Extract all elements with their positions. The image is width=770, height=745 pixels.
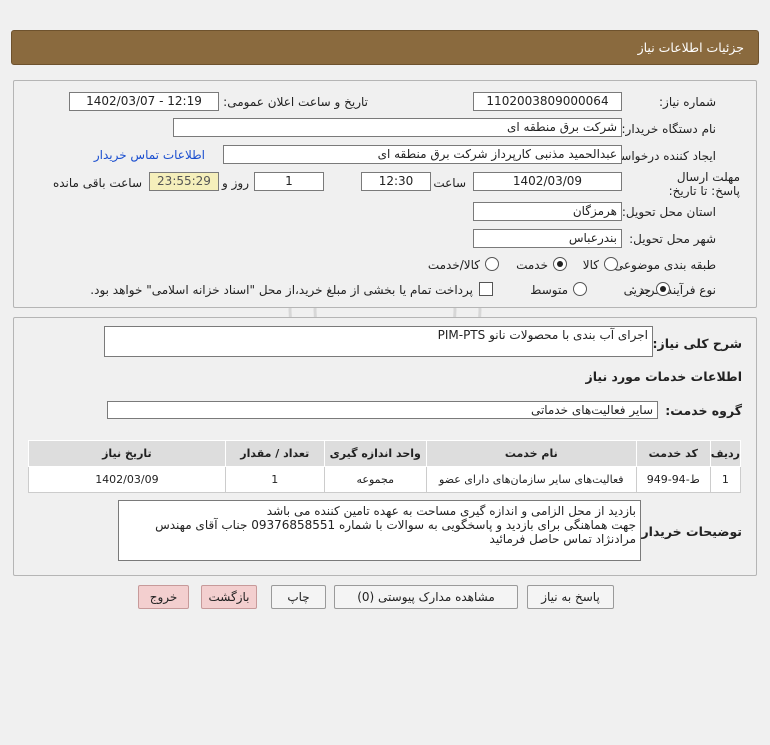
exit-button[interactable]: خروج bbox=[138, 585, 189, 609]
days-label: روز و bbox=[222, 176, 249, 190]
deadline-time-label: ساعت bbox=[433, 176, 466, 190]
buyer-notes-box[interactable]: بازدید از محل الزامی و اندازه گیری مساحت… bbox=[118, 500, 641, 561]
category-radio-goods-service[interactable] bbox=[485, 257, 499, 271]
province-label: استان محل تحویل: bbox=[621, 205, 716, 219]
col-service-code: کد خدمت bbox=[635, 440, 711, 467]
services-table: ردیف کد خدمت نام خدمت واحد اندازه گیری ت… bbox=[28, 440, 742, 493]
service-group-label: گروه خدمت: bbox=[665, 403, 742, 418]
remaining-time-field: 23:55:29 bbox=[149, 172, 219, 191]
creator-label: ایجاد کننده درخواست: bbox=[605, 149, 716, 163]
col-need-date: تاریخ نیاز bbox=[28, 440, 226, 467]
deadline-time-field[interactable]: 12:30 bbox=[361, 172, 431, 191]
print-button[interactable]: چاپ bbox=[271, 585, 326, 609]
buyer-notes-line-3: مرادنژاد تماس حاصل فرمائید bbox=[489, 532, 636, 546]
need-number-field[interactable]: 1102003809000064 bbox=[473, 92, 622, 111]
city-field[interactable]: بندرعباس bbox=[473, 229, 622, 248]
buyer-org-label: نام دستگاه خریدار: bbox=[621, 122, 717, 136]
back-button[interactable]: بازگشت bbox=[201, 585, 257, 609]
cell-service-name: فعالیت‌های سایر سازمان‌های دارای عضو bbox=[425, 466, 637, 493]
buyer-notes-label: توضیحات خریدار: bbox=[636, 524, 742, 539]
col-quantity: تعداد / مقدار bbox=[224, 440, 325, 467]
buyer-contact-link[interactable]: اطلاعات تماس خریدار bbox=[94, 148, 205, 162]
reply-button[interactable]: پاسخ به نیاز bbox=[527, 585, 614, 609]
summary-label: شرح کلی نیاز: bbox=[652, 336, 742, 351]
buyer-notes-line-1: بازدید از محل الزامی و اندازه گیری مساحت… bbox=[266, 504, 636, 518]
category-option-goods-service: کالا/خدمت bbox=[427, 258, 480, 272]
treasury-payment-note: پرداخت تمام یا بخشی از مبلغ خرید،از محل … bbox=[90, 283, 473, 297]
process-radio-minor[interactable] bbox=[656, 282, 670, 296]
cell-quantity: 1 bbox=[224, 466, 325, 493]
remaining-label: ساعت باقی مانده bbox=[52, 176, 142, 190]
page-header: جزئیات اطلاعات نیاز bbox=[11, 30, 759, 65]
need-number-label: شماره نیاز: bbox=[659, 95, 716, 109]
announce-datetime-label: تاریخ و ساعت اعلان عمومی: bbox=[223, 95, 368, 109]
deadline-label: مهلت ارسال پاسخ: تا تاریخ: bbox=[668, 170, 740, 198]
col-service-name: نام خدمت bbox=[425, 440, 637, 467]
category-radio-goods[interactable] bbox=[604, 257, 618, 271]
buyer-org-field[interactable]: شرکت برق منطقه ای bbox=[173, 118, 622, 137]
summary-field[interactable]: اجرای آب بندی با محصولات نانو PIM-PTS bbox=[104, 326, 653, 357]
buyer-notes-line-2: جهت هماهنگی برای بازدید و پاسخگویی به سو… bbox=[155, 518, 636, 532]
cell-unit: مجموعه bbox=[323, 466, 427, 493]
category-option-goods: کالا bbox=[582, 258, 599, 272]
col-row-number: ردیف bbox=[709, 440, 742, 467]
need-info-panel bbox=[13, 80, 757, 308]
process-option-minor: جزیی bbox=[623, 283, 651, 297]
announce-datetime-field[interactable]: 1402/03/07 - 12:19 bbox=[69, 92, 219, 111]
province-field[interactable]: هرمزگان bbox=[473, 202, 622, 221]
service-group-field[interactable]: سایر فعالیت‌های خدماتی bbox=[107, 401, 658, 419]
cell-service-code: ط-94-949 bbox=[635, 466, 711, 493]
cell-row-number: 1 bbox=[709, 466, 742, 493]
category-radio-service[interactable] bbox=[553, 257, 567, 271]
category-label: طبقه بندی موضوعی: bbox=[609, 258, 716, 272]
process-radio-medium[interactable] bbox=[573, 282, 587, 296]
attachments-button[interactable]: مشاهده مدارک پیوستی (0) bbox=[334, 585, 518, 609]
deadline-date-field[interactable]: 1402/03/09 bbox=[473, 172, 622, 191]
city-label: شهر محل تحویل: bbox=[629, 232, 716, 246]
services-section-title: اطلاعات خدمات مورد نیاز bbox=[585, 369, 743, 384]
creator-field[interactable]: عبدالحمید مذنبی کارپرداز شرکت برق منطقه … bbox=[223, 145, 622, 164]
days-remaining-field[interactable]: 1 bbox=[254, 172, 324, 191]
col-unit: واحد اندازه گیری bbox=[323, 440, 427, 467]
table-header-row: ردیف کد خدمت نام خدمت واحد اندازه گیری ت… bbox=[28, 440, 742, 467]
table-row: 1 ط-94-949 فعالیت‌های سایر سازمان‌های دا… bbox=[28, 466, 742, 493]
treasury-payment-checkbox[interactable] bbox=[479, 282, 493, 296]
process-option-medium: متوسط bbox=[530, 283, 568, 297]
page-title: جزئیات اطلاعات نیاز bbox=[637, 40, 744, 55]
cell-need-date: 1402/03/09 bbox=[28, 466, 226, 493]
category-option-service: خدمت bbox=[516, 258, 548, 272]
